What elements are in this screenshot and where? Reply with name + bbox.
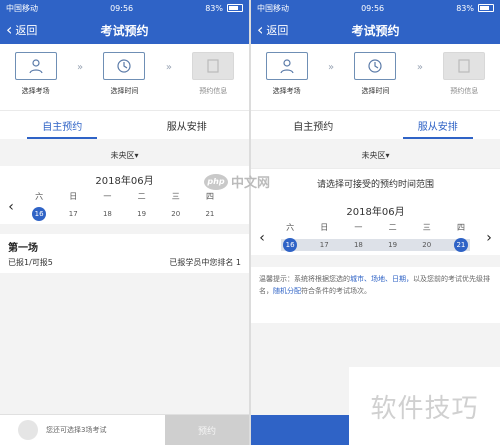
weekday-label: 四: [456, 223, 465, 232]
footer-bar: 您还可选择3场考试 预约: [0, 414, 249, 445]
step-booking-info: 预约信息: [434, 52, 494, 96]
watermark-text: 中文网: [231, 176, 271, 191]
calendar-day[interactable]: 19: [125, 204, 159, 224]
corner-watermark-text: 软件技巧: [370, 393, 479, 424]
region-select[interactable]: 未央区▾: [0, 144, 249, 166]
step-select-venue: 选择考场: [257, 52, 317, 96]
tab-bar: 自主预约 服从安排: [0, 110, 249, 139]
nav-bar: ‹ 返回 考试预约: [251, 16, 500, 44]
weekday-label: 四: [205, 192, 214, 201]
nav-bar: ‹ 返回 考试预约: [0, 16, 249, 44]
rank-text: 已报学员中您排名 1: [169, 258, 241, 267]
prev-week-button[interactable]: ‹: [0, 199, 22, 215]
left-screen: 中国移动 09:56 83% ‹ 返回 考试预约 选择考场 » 选择时间 » 预…: [0, 0, 249, 445]
region-select[interactable]: 未央区▾: [251, 144, 500, 166]
double-chevron-icon: »: [165, 62, 172, 73]
php-logo: php: [204, 173, 228, 190]
step-label: 选择时间: [110, 87, 139, 95]
double-chevron-icon: »: [416, 62, 423, 73]
step-booking-info: 预约信息: [183, 52, 243, 96]
booking-button[interactable]: 预约: [165, 415, 249, 445]
step-label: 选择时间: [361, 87, 390, 95]
prev-week-button[interactable]: ‹: [251, 230, 273, 246]
time-label: 09:56: [110, 3, 134, 13]
calendar-day[interactable]: 16: [22, 204, 56, 224]
weekday-label: 二: [388, 223, 397, 232]
person-icon: [14, 52, 57, 80]
calendar-day[interactable]: 17: [307, 235, 341, 255]
corner-watermark: 软件技巧: [349, 367, 500, 445]
php-watermark: php 中文网: [204, 172, 270, 191]
time-label: 09:56: [361, 3, 385, 13]
calendar-day[interactable]: 20: [159, 204, 193, 224]
next-week-button[interactable]: ›: [478, 230, 500, 246]
chevron-left-icon: ‹: [6, 20, 13, 39]
range-prompt: 请选择可接受的预约时间范围: [251, 168, 500, 197]
battery-label: 83%: [456, 3, 474, 13]
step-label: 预约信息: [199, 87, 228, 95]
remaining-text: 您还可选择3场考试: [46, 426, 107, 434]
back-label: 返回: [15, 24, 38, 37]
step-select-time: 选择时间: [345, 52, 405, 96]
tab-self-booking[interactable]: 自主预约: [0, 111, 125, 139]
calendar-day[interactable]: 17: [56, 204, 90, 224]
double-chevron-icon: »: [77, 62, 84, 73]
person-icon: [265, 52, 308, 80]
calendar-day[interactable]: 18: [341, 235, 375, 255]
status-bar: 中国移动 09:56 83%: [251, 0, 500, 16]
step-select-time: 选择时间: [94, 52, 154, 96]
chevron-left-icon: ‹: [257, 20, 264, 39]
circle-icon: [18, 420, 38, 440]
weekday-label: 二: [137, 192, 146, 201]
calendar-day[interactable]: 21: [193, 204, 227, 224]
clock-icon: [103, 52, 146, 80]
document-icon: [443, 52, 486, 80]
clock-icon: [354, 52, 397, 80]
weekday-label: 一: [103, 192, 112, 201]
page-title: 考试预约: [100, 23, 149, 38]
page-title: 考试预约: [351, 23, 400, 38]
weekday-label: 三: [171, 192, 180, 201]
calendar-day[interactable]: 18: [90, 204, 124, 224]
carrier-label: 中国移动: [257, 3, 289, 13]
calendar-day[interactable]: 19: [376, 235, 410, 255]
battery-icon: [478, 4, 494, 12]
weekday-label: 一: [354, 223, 363, 232]
step-indicator: 选择考场 » 选择时间 » 预约信息: [251, 44, 500, 110]
booked-count: 已报1/可报5: [8, 258, 53, 267]
back-label: 返回: [266, 24, 289, 37]
carrier-label: 中国移动: [6, 3, 38, 13]
calendar-day[interactable]: 21: [444, 235, 478, 255]
notice-text: 温馨提示：系统将根据您选的城市、场地、日期，以及您前的考试优先级排名，随机分配符…: [251, 267, 500, 323]
session-title: 第一场: [8, 243, 38, 254]
session-card[interactable]: 第一场 已报1/可报5 已报学员中您排名 1: [0, 234, 249, 273]
tab-bar: 自主预约 服从安排: [251, 110, 500, 139]
tab-self-booking[interactable]: 自主预约: [251, 111, 376, 139]
step-label: 预约信息: [450, 87, 479, 95]
weekday-label: 日: [69, 192, 78, 201]
weekday-label: 六: [35, 192, 44, 201]
status-bar: 中国移动 09:56 83%: [0, 0, 249, 16]
double-chevron-icon: »: [328, 62, 335, 73]
weekday-label: 日: [320, 223, 329, 232]
battery-label: 83%: [205, 3, 223, 13]
back-button[interactable]: ‹ 返回: [257, 16, 288, 44]
step-label: 选择考场: [21, 87, 50, 95]
step-select-venue: 选择考场: [6, 52, 66, 96]
calendar-day[interactable]: 20: [410, 235, 444, 255]
document-icon: [192, 52, 235, 80]
tab-assigned[interactable]: 服从安排: [376, 111, 500, 139]
weekday-label: 三: [422, 223, 431, 232]
weekday-label: 六: [286, 223, 295, 232]
step-label: 选择考场: [272, 87, 301, 95]
tab-assigned[interactable]: 服从安排: [125, 111, 250, 139]
back-button[interactable]: ‹ 返回: [6, 16, 37, 44]
calendar-day[interactable]: 16: [273, 235, 307, 255]
battery-icon: [227, 4, 243, 12]
calendar-month: 2018年06月: [346, 207, 405, 218]
calendar: 2018年06月 ‹ 六 日 一 二 三 四 16 17 18 19 20 21…: [251, 197, 500, 255]
step-indicator: 选择考场 » 选择时间 » 预约信息: [0, 44, 249, 110]
